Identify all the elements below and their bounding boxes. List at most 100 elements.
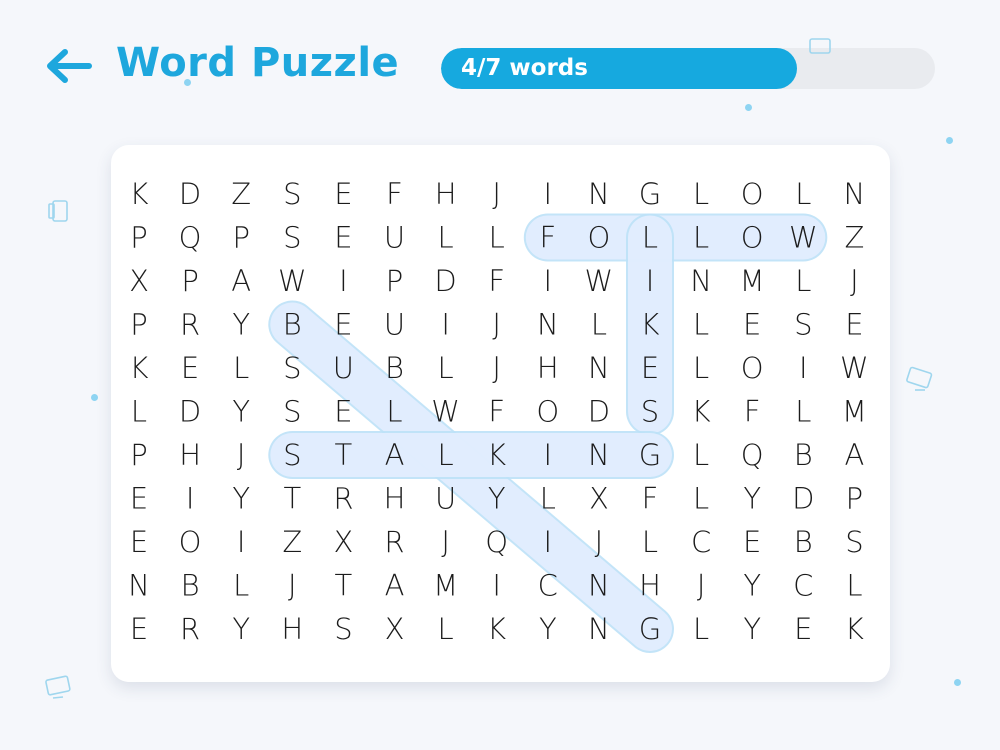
grid-letter[interactable]: N — [588, 351, 610, 385]
grid-letter[interactable]: L — [693, 308, 709, 342]
grid-letter[interactable]: A — [844, 438, 864, 472]
grid-letter[interactable]: I — [799, 351, 808, 385]
grid-letter[interactable]: X — [385, 612, 405, 646]
grid-letter[interactable]: P — [130, 438, 148, 472]
grid-letter[interactable]: J — [492, 308, 501, 342]
grid-letter[interactable]: F — [488, 395, 505, 429]
grid-letter[interactable]: O — [741, 221, 764, 255]
grid-letter[interactable]: S — [334, 612, 352, 646]
grid-letter[interactable]: E — [743, 308, 761, 342]
grid-letter[interactable]: P — [232, 221, 250, 255]
grid-letter[interactable]: J — [492, 351, 501, 385]
grid-letter[interactable]: W — [585, 264, 614, 298]
grid-letter[interactable]: D — [179, 177, 201, 211]
grid-letter[interactable]: N — [690, 264, 712, 298]
grid-letter[interactable]: C — [538, 569, 558, 603]
grid-letter[interactable]: F — [642, 482, 659, 516]
grid-letter[interactable]: E — [181, 351, 199, 385]
grid-letter[interactable]: D — [179, 395, 201, 429]
grid-letter[interactable]: J — [595, 525, 604, 559]
grid-letter[interactable]: L — [438, 612, 454, 646]
grid-letter[interactable]: E — [794, 612, 812, 646]
grid-letter[interactable]: B — [385, 351, 404, 385]
grid-letter[interactable]: L — [642, 221, 658, 255]
back-button[interactable] — [40, 40, 96, 92]
grid-letter[interactable]: L — [386, 395, 402, 429]
grid-letter[interactable]: R — [333, 482, 353, 516]
grid-letter[interactable]: J — [850, 264, 859, 298]
grid-letter[interactable]: I — [646, 264, 655, 298]
grid-letter[interactable]: I — [544, 264, 553, 298]
grid-letter[interactable]: R — [384, 525, 404, 559]
grid-letter[interactable]: Q — [179, 221, 202, 255]
grid-letter[interactable]: K — [640, 308, 659, 342]
grid-letter[interactable]: Z — [844, 221, 864, 255]
grid-letter[interactable]: K — [129, 351, 148, 385]
grid-letter[interactable]: S — [641, 395, 659, 429]
grid-letter[interactable]: O — [536, 395, 559, 429]
grid-letter[interactable]: P — [386, 264, 404, 298]
grid-letter[interactable]: L — [795, 264, 811, 298]
grid-letter[interactable]: K — [487, 438, 506, 472]
grid-letter[interactable]: R — [180, 308, 200, 342]
grid-letter[interactable]: L — [131, 395, 147, 429]
grid-letter[interactable]: N — [588, 438, 610, 472]
grid-letter[interactable]: L — [233, 569, 249, 603]
grid-letter[interactable]: L — [591, 308, 607, 342]
grid-letter[interactable]: Z — [282, 525, 302, 559]
grid-letter[interactable]: H — [435, 177, 457, 211]
grid-letter[interactable]: J — [237, 438, 246, 472]
grid-letter[interactable]: P — [130, 221, 148, 255]
grid-letter[interactable]: K — [487, 612, 506, 646]
grid-letter[interactable]: D — [434, 264, 456, 298]
grid-letter[interactable]: E — [743, 525, 761, 559]
grid-letter[interactable]: P — [130, 308, 148, 342]
grid-letter[interactable]: F — [386, 177, 403, 211]
grid-letter[interactable]: Q — [485, 525, 508, 559]
grid-letter[interactable]: C — [691, 525, 711, 559]
grid-letter[interactable]: E — [845, 308, 863, 342]
grid-letter[interactable]: Q — [741, 438, 764, 472]
grid-letter[interactable]: E — [334, 177, 352, 211]
grid-letter[interactable]: A — [385, 438, 405, 472]
grid-letter[interactable]: I — [544, 525, 553, 559]
letter-grid[interactable]: K D Z S E F H J I N G L O L NP Q P S E U L L F O L L O W ZX P A W I P D F I W… — [111, 145, 890, 682]
grid-letter[interactable]: D — [792, 482, 814, 516]
grid-letter[interactable]: L — [795, 395, 811, 429]
grid-letter[interactable]: C — [793, 569, 813, 603]
grid-letter[interactable]: M — [433, 569, 458, 603]
grid-letter[interactable]: S — [283, 395, 301, 429]
grid-letter[interactable]: E — [130, 525, 148, 559]
grid-letter[interactable]: F — [488, 264, 505, 298]
grid-letter[interactable]: Y — [232, 612, 250, 646]
grid-letter[interactable]: S — [283, 438, 301, 472]
grid-letter[interactable]: W — [278, 264, 307, 298]
grid-letter[interactable]: Y — [232, 482, 250, 516]
grid-letter[interactable]: I — [237, 525, 246, 559]
grid-letter[interactable]: S — [283, 221, 301, 255]
grid-letter[interactable]: K — [129, 177, 148, 211]
grid-letter[interactable]: O — [741, 351, 764, 385]
grid-letter[interactable]: S — [283, 351, 301, 385]
grid-letter[interactable]: S — [794, 308, 812, 342]
grid-letter[interactable]: O — [179, 525, 202, 559]
grid-letter[interactable]: H — [281, 612, 303, 646]
grid-letter[interactable]: Y — [743, 482, 761, 516]
grid-letter[interactable]: J — [697, 569, 706, 603]
grid-letter[interactable]: A — [385, 569, 405, 603]
grid-letter[interactable]: L — [642, 525, 658, 559]
grid-letter[interactable]: W — [840, 351, 869, 385]
grid-letter[interactable]: I — [339, 264, 348, 298]
grid-letter[interactable]: Y — [743, 612, 761, 646]
grid-letter[interactable]: B — [794, 438, 813, 472]
grid-letter[interactable]: L — [693, 221, 709, 255]
grid-letter[interactable]: E — [334, 395, 352, 429]
grid-letter[interactable]: N — [128, 569, 150, 603]
grid-letter[interactable]: K — [845, 612, 864, 646]
grid-letter[interactable]: I — [492, 569, 501, 603]
grid-letter[interactable]: N — [537, 308, 559, 342]
grid-letter[interactable]: M — [842, 395, 867, 429]
grid-letter[interactable]: Y — [488, 482, 506, 516]
grid-letter[interactable]: Y — [539, 612, 557, 646]
grid-letter[interactable]: G — [639, 177, 661, 211]
